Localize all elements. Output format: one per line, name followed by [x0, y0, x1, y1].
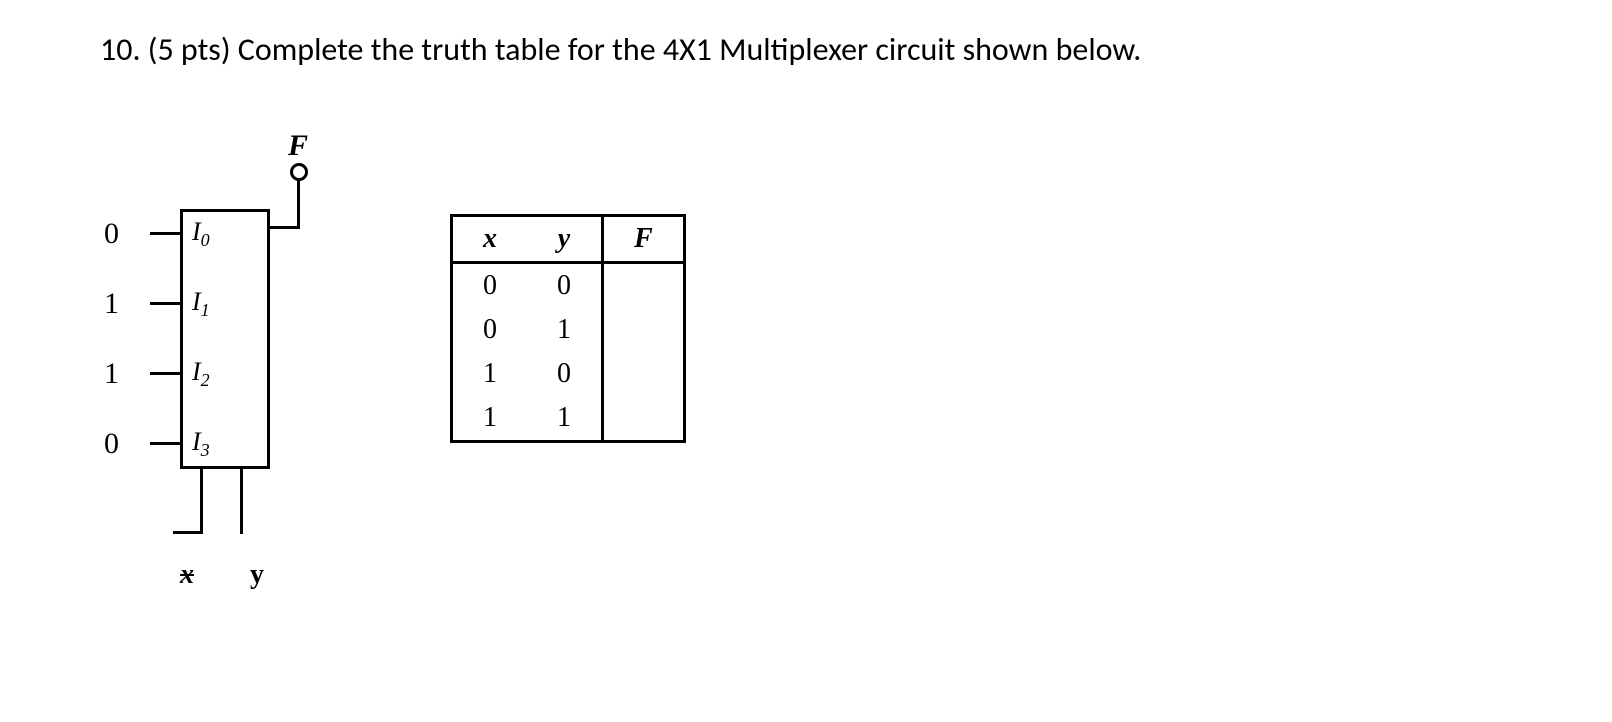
wire-select-x-h [173, 531, 203, 534]
table-header-row: x y F [452, 216, 685, 263]
output-label-F: F [288, 129, 308, 163]
table-row: 1 1 [452, 396, 685, 442]
cell-x: 1 [452, 396, 528, 442]
cell-f [603, 396, 685, 442]
cell-x: 1 [452, 352, 528, 396]
wire-i0 [150, 232, 180, 235]
header-y: y [527, 216, 603, 263]
select-label-y: y [250, 559, 264, 591]
select-label-x: x [180, 559, 194, 591]
inverter-bubble-icon [290, 163, 308, 181]
content-container: F 0 I0 1 I1 1 I2 0 I3 x y x y F [100, 129, 1512, 609]
wire-output-horizontal [270, 226, 300, 229]
cell-x: 0 [452, 308, 528, 352]
input-value-i2: 1 [104, 357, 119, 391]
wire-i3 [150, 442, 180, 445]
wire-select-y-v [240, 469, 243, 534]
cell-x: 0 [452, 263, 528, 309]
table-row: 0 1 [452, 308, 685, 352]
input-label-i2: I2 [192, 357, 210, 391]
wire-output-vertical [297, 181, 300, 229]
input-label-i3: I3 [192, 427, 210, 461]
multiplexer-diagram: F 0 I0 1 I1 1 I2 0 I3 x y [100, 129, 390, 609]
wire-i2 [150, 372, 180, 375]
input-value-i0: 0 [104, 217, 119, 251]
input-value-i3: 0 [104, 427, 119, 461]
cell-y: 0 [527, 352, 603, 396]
wire-select-x-v [200, 469, 203, 534]
header-x: x [452, 216, 528, 263]
cell-y: 1 [527, 308, 603, 352]
cell-f [603, 352, 685, 396]
cell-f [603, 263, 685, 309]
header-f: F [603, 216, 685, 263]
table-row: 0 0 [452, 263, 685, 309]
truth-table-wrapper: x y F 0 0 0 1 1 0 [450, 214, 686, 443]
cell-y: 1 [527, 396, 603, 442]
input-label-i1: I1 [192, 287, 210, 321]
cell-f [603, 308, 685, 352]
cell-y: 0 [527, 263, 603, 309]
input-label-i0: I0 [192, 217, 210, 251]
input-value-i1: 1 [104, 287, 119, 321]
truth-table: x y F 0 0 0 1 1 0 [450, 214, 686, 443]
wire-i1 [150, 302, 180, 305]
table-row: 1 0 [452, 352, 685, 396]
question-text: 10. (5 pts) Complete the truth table for… [100, 30, 1512, 69]
